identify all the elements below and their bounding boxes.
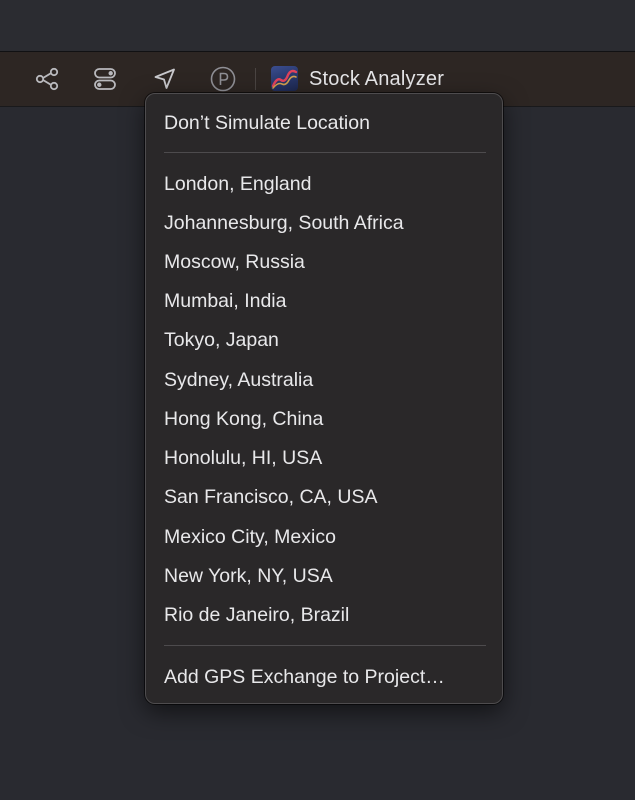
menu-item-add-gpx[interactable]: Add GPS Exchange to Project… <box>146 660 502 694</box>
menu-item-location[interactable]: Sydney, Australia <box>146 363 502 397</box>
stock-analyzer-app-icon[interactable] <box>271 66 298 91</box>
menu-separator <box>164 645 486 646</box>
package-icon[interactable] <box>209 65 237 93</box>
simulate-location-menu: Don’t Simulate Location London, England … <box>145 93 503 704</box>
scheme-title[interactable]: Stock Analyzer <box>309 66 444 92</box>
source-control-icon[interactable] <box>33 65 61 93</box>
menu-item-location[interactable]: Moscow, Russia <box>146 245 502 279</box>
menu-item-location[interactable]: Rio de Janeiro, Brazil <box>146 598 502 632</box>
location-arrow-icon[interactable] <box>151 65 179 93</box>
menu-item-dont-simulate[interactable]: Don’t Simulate Location <box>146 106 502 140</box>
menu-item-location[interactable]: Mexico City, Mexico <box>146 520 502 554</box>
menu-separator <box>164 152 486 153</box>
window-title-strip <box>0 0 635 52</box>
menu-item-location[interactable]: Johannesburg, South Africa <box>146 206 502 240</box>
toolbar-separator <box>255 68 256 90</box>
menu-item-location[interactable]: New York, NY, USA <box>146 559 502 593</box>
menu-item-location[interactable]: Tokyo, Japan <box>146 323 502 357</box>
menu-item-location[interactable]: Hong Kong, China <box>146 402 502 436</box>
menu-item-location[interactable]: Mumbai, India <box>146 284 502 318</box>
xcode-window: Stock Analyzer Don’t Simulate Location L… <box>0 0 635 800</box>
toggle-icon[interactable] <box>91 65 119 93</box>
menu-item-location[interactable]: Honolulu, HI, USA <box>146 441 502 475</box>
menu-item-location[interactable]: London, England <box>146 167 502 201</box>
menu-item-location[interactable]: San Francisco, CA, USA <box>146 480 502 514</box>
